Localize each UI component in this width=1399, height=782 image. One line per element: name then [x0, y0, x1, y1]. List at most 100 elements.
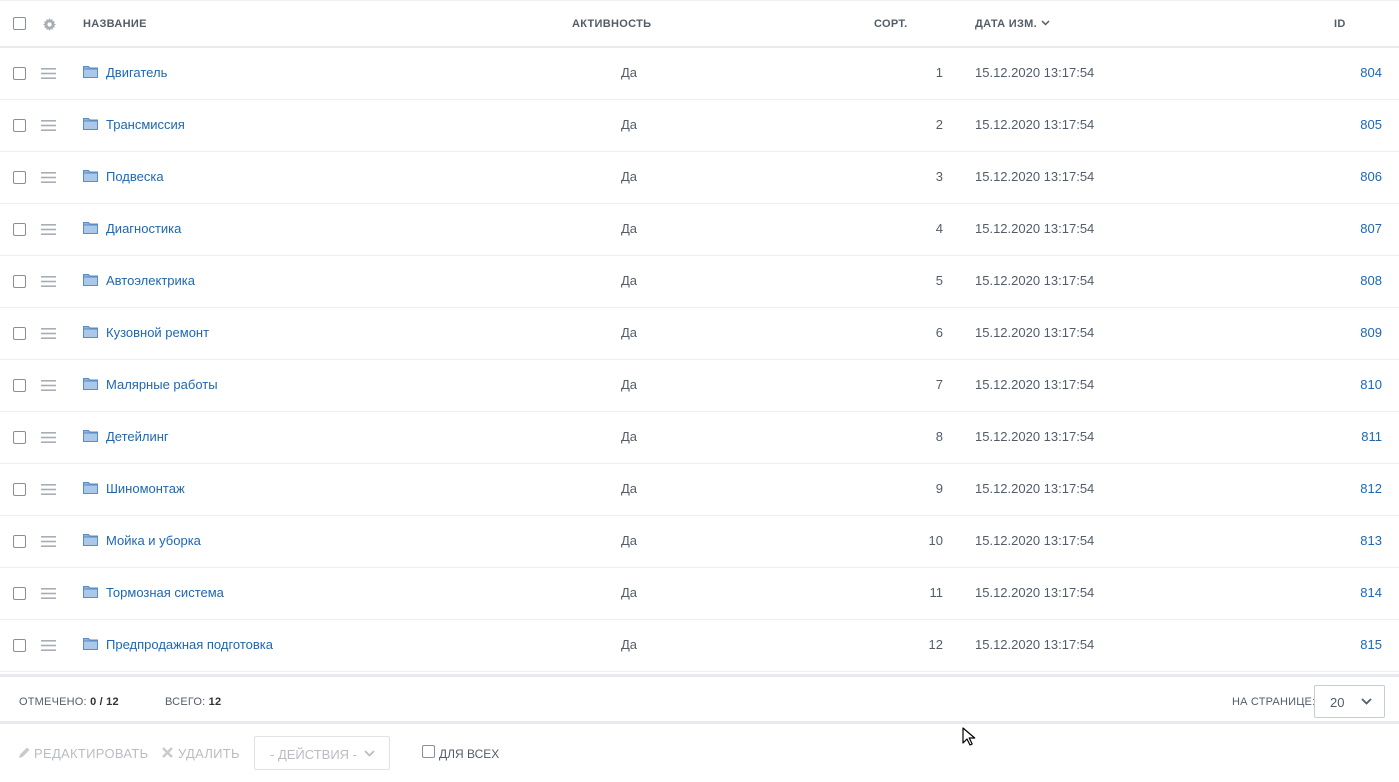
- row-active-value: Да: [621, 169, 638, 184]
- row-id-link[interactable]: 808: [1360, 273, 1382, 288]
- edit-button[interactable]: Редактировать: [18, 746, 148, 761]
- per-page-select[interactable]: 20: [1314, 685, 1385, 718]
- drag-handle-icon[interactable]: [41, 276, 56, 287]
- drag-handle-icon[interactable]: [41, 120, 56, 131]
- drag-handle-icon[interactable]: [41, 380, 56, 391]
- row-sort-value: 8: [935, 429, 943, 444]
- column-date-header[interactable]: Дата изм.: [975, 18, 1050, 30]
- row-name-link[interactable]: Автоэлектрика: [106, 273, 195, 288]
- total-count-label: ВСЕГО:: [165, 696, 206, 708]
- drag-handle-icon[interactable]: [41, 68, 56, 79]
- row-date-value: 15.12.2020 13:17:54: [975, 533, 1095, 548]
- table-row[interactable]: Диагностика Да 4 15.12.2020 13:17:54 807: [0, 204, 1399, 256]
- folder-icon: [83, 326, 98, 338]
- row-checkbox[interactable]: [13, 119, 26, 132]
- row-id-link[interactable]: 809: [1360, 325, 1382, 340]
- gear-icon[interactable]: [43, 18, 56, 31]
- table-row[interactable]: Мойка и уборка Да 10 15.12.2020 13:17:54…: [0, 516, 1399, 568]
- row-active-value: Да: [621, 65, 638, 80]
- row-name-link[interactable]: Диагностика: [106, 221, 181, 236]
- row-name-link[interactable]: Кузовной ремонт: [106, 325, 209, 340]
- for-all-checkbox[interactable]: [422, 745, 435, 758]
- row-id-link[interactable]: 810: [1360, 377, 1382, 392]
- row-checkbox[interactable]: [13, 535, 26, 548]
- row-checkbox[interactable]: [13, 223, 26, 236]
- row-sort-value: 7: [935, 377, 943, 392]
- row-checkbox[interactable]: [13, 171, 26, 184]
- row-name-link[interactable]: Шиномонтаж: [106, 481, 185, 496]
- drag-handle-icon[interactable]: [41, 484, 56, 495]
- row-checkbox[interactable]: [13, 431, 26, 444]
- row-name-link[interactable]: Тормозная система: [106, 585, 224, 600]
- row-sort-value: 10: [928, 533, 943, 548]
- table-row[interactable]: Трансмиссия Да 2 15.12.2020 13:17:54 805: [0, 100, 1399, 152]
- row-id-link[interactable]: 807: [1360, 221, 1382, 236]
- mouse-cursor-icon: [962, 727, 976, 746]
- row-name-link[interactable]: Подвеска: [106, 169, 164, 184]
- row-id-link[interactable]: 804: [1360, 65, 1382, 80]
- row-checkbox[interactable]: [13, 275, 26, 288]
- row-id-link[interactable]: 812: [1360, 481, 1382, 496]
- table-row[interactable]: Предпродажная подготовка Да 12 15.12.202…: [0, 620, 1399, 672]
- column-active-header[interactable]: Активность: [572, 18, 651, 30]
- row-date-value: 15.12.2020 13:17:54: [975, 273, 1095, 288]
- chevron-down-icon: [364, 750, 375, 757]
- column-date-label: Дата изм.: [975, 18, 1037, 30]
- table-row[interactable]: Двигатель Да 1 15.12.2020 13:17:54 804: [0, 48, 1399, 100]
- row-active-value: Да: [621, 429, 638, 444]
- chevron-down-icon: [1041, 20, 1050, 26]
- row-id-link[interactable]: 811: [1361, 429, 1382, 444]
- grid-body: Двигатель Да 1 15.12.2020 13:17:54 804 Т…: [0, 48, 1399, 672]
- row-checkbox[interactable]: [13, 483, 26, 496]
- table-row[interactable]: Автоэлектрика Да 5 15.12.2020 13:17:54 8…: [0, 256, 1399, 308]
- delete-button[interactable]: Удалить: [162, 746, 240, 761]
- row-id-link[interactable]: 805: [1360, 117, 1382, 132]
- drag-handle-icon[interactable]: [41, 536, 56, 547]
- table-row[interactable]: Подвеска Да 3 15.12.2020 13:17:54 806: [0, 152, 1399, 204]
- row-name-link[interactable]: Мойка и уборка: [106, 533, 201, 548]
- row-id-link[interactable]: 806: [1360, 169, 1382, 184]
- selected-count-label: ОТМЕЧЕНО:: [19, 696, 87, 708]
- column-id-header[interactable]: ID: [1334, 18, 1346, 30]
- table-row[interactable]: Тормозная система Да 11 15.12.2020 13:17…: [0, 568, 1399, 620]
- chevron-down-icon: [1361, 698, 1372, 705]
- row-id-link[interactable]: 813: [1360, 533, 1382, 548]
- row-checkbox[interactable]: [13, 639, 26, 652]
- select-all-checkbox[interactable]: [13, 17, 26, 30]
- drag-handle-icon[interactable]: [41, 224, 56, 235]
- row-sort-value: 6: [935, 325, 943, 340]
- table-row[interactable]: Кузовной ремонт Да 6 15.12.2020 13:17:54…: [0, 308, 1399, 360]
- drag-handle-icon[interactable]: [41, 640, 56, 651]
- drag-handle-icon[interactable]: [41, 588, 56, 599]
- row-id-link[interactable]: 814: [1360, 585, 1382, 600]
- row-name-link[interactable]: Трансмиссия: [106, 117, 185, 132]
- row-checkbox[interactable]: [13, 327, 26, 340]
- table-row[interactable]: Детейлинг Да 8 15.12.2020 13:17:54 811: [0, 412, 1399, 464]
- row-sort-value: 5: [935, 273, 943, 288]
- row-date-value: 15.12.2020 13:17:54: [975, 481, 1095, 496]
- drag-handle-icon[interactable]: [41, 328, 56, 339]
- row-name-link[interactable]: Двигатель: [106, 65, 167, 80]
- row-checkbox[interactable]: [13, 67, 26, 80]
- for-all-label[interactable]: Для всех: [439, 747, 499, 761]
- row-checkbox[interactable]: [13, 587, 26, 600]
- row-active-value: Да: [621, 481, 638, 496]
- row-sort-value: 4: [935, 221, 943, 236]
- row-name-link[interactable]: Детейлинг: [106, 429, 169, 444]
- row-sort-value: 1: [935, 65, 943, 80]
- actions-select[interactable]: - Действия -: [254, 736, 390, 770]
- row-name-link[interactable]: Предпродажная подготовка: [106, 637, 273, 652]
- row-date-value: 15.12.2020 13:17:54: [975, 117, 1095, 132]
- drag-handle-icon[interactable]: [41, 172, 56, 183]
- folder-icon: [83, 170, 98, 182]
- pencil-icon: [19, 747, 30, 758]
- drag-handle-icon[interactable]: [41, 432, 56, 443]
- table-row[interactable]: Малярные работы Да 7 15.12.2020 13:17:54…: [0, 360, 1399, 412]
- row-name-link[interactable]: Малярные работы: [106, 377, 218, 392]
- table-row[interactable]: Шиномонтаж Да 9 15.12.2020 13:17:54 812: [0, 464, 1399, 516]
- close-icon: [162, 747, 173, 758]
- column-name-header[interactable]: Название: [83, 18, 147, 30]
- column-sort-header[interactable]: Сорт.: [874, 18, 907, 30]
- row-checkbox[interactable]: [13, 379, 26, 392]
- row-id-link[interactable]: 815: [1360, 637, 1382, 652]
